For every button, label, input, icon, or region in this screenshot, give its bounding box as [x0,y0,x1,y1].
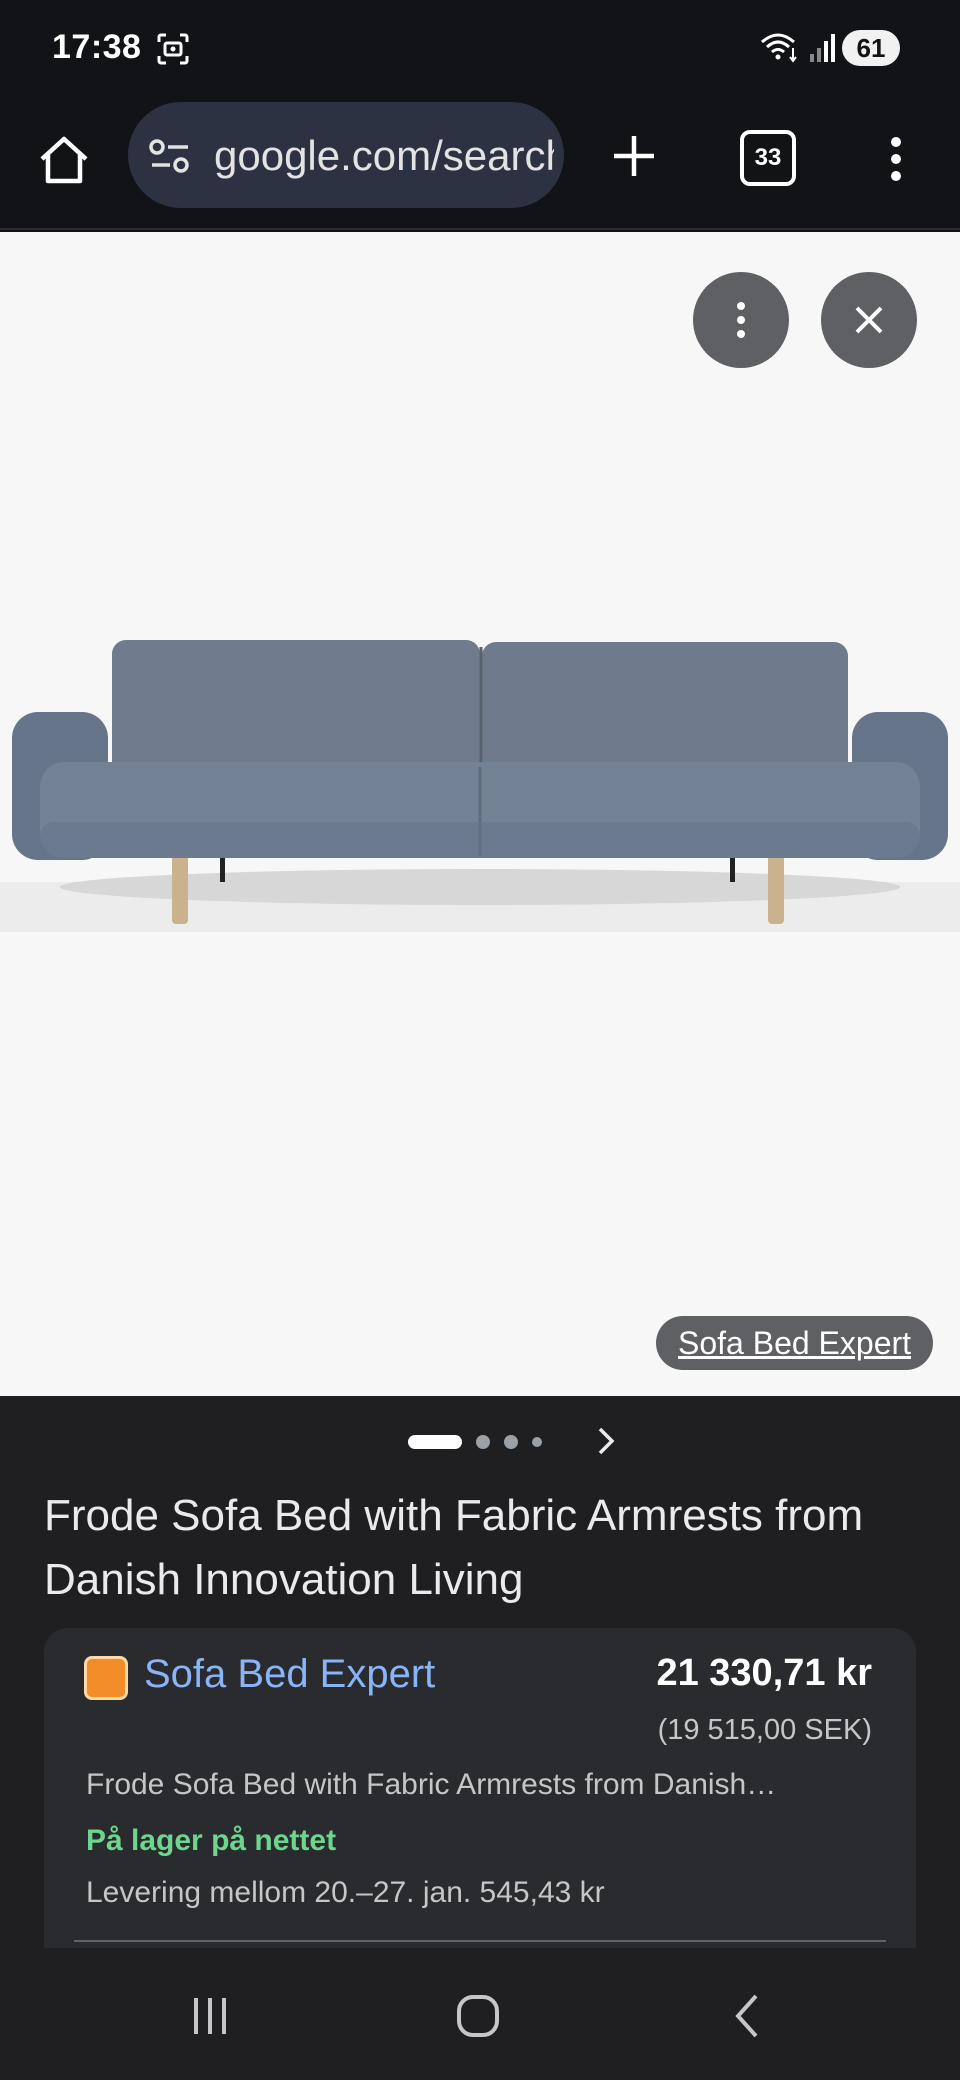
tab-switcher-button[interactable]: 33 [740,130,796,186]
system-nav-bar [0,1948,960,2080]
image-more-options-button[interactable] [693,272,789,368]
product-title[interactable]: Frode Sofa Bed with Fabric Armrests from… [44,1484,924,1612]
chevron-right-icon[interactable] [592,1424,620,1458]
url-text[interactable]: google.com/search [214,132,554,180]
back-button[interactable] [718,1986,778,2046]
product-image[interactable] [0,512,960,932]
product-details-panel: Frode Sofa Bed with Fabric Armrests from… [0,1396,960,1948]
offer-description: Frode Sofa Bed with Fabric Armrests from… [86,1768,777,1801]
site-settings-icon[interactable] [148,138,192,174]
offer-original-price: (19 515,00 SEK) [657,1714,872,1746]
pager-dot [532,1437,542,1447]
delivery-info: Levering mellom 20.–27. jan. 545,43 kr [86,1876,605,1909]
home-icon [40,136,88,184]
menu-dot [891,153,901,164]
battery-icon: 61 [842,30,900,66]
menu-dot [891,170,901,181]
image-pager[interactable] [408,1432,542,1452]
home-icon [457,1995,499,2037]
status-time: 17:38 [52,28,142,66]
pager-dot-active [408,1435,462,1449]
new-tab-button[interactable] [602,124,666,188]
plus-icon [614,136,654,176]
home-button[interactable] [30,126,98,194]
pager-dot [476,1435,490,1449]
image-viewer: Sofa Bed Expert [0,232,960,1396]
menu-dot [891,137,901,148]
back-icon [735,1994,758,2038]
screen-record-icon [157,33,189,65]
recent-apps-icon [194,1998,226,2034]
close-icon [855,306,883,334]
browser-toolbar: google.com/search 33 [0,100,960,230]
browser-menu-button[interactable] [870,124,922,194]
divider [74,1940,886,1942]
status-bar: 17:38 61 [0,0,960,100]
signal-icon [810,34,835,62]
image-close-button[interactable] [821,272,917,368]
offer-price: 21 330,71 kr [656,1652,872,1694]
merchant-logo-icon [84,1656,128,1700]
system-home-button[interactable] [448,1986,508,2046]
url-bar[interactable]: google.com/search [128,102,564,208]
more-vert-icon [737,302,745,338]
merchant-name[interactable]: Sofa Bed Expert [144,1652,435,1697]
pager-dot [504,1435,518,1449]
recent-apps-button[interactable] [180,1986,240,2046]
image-source-link[interactable]: Sofa Bed Expert [656,1316,934,1370]
wifi-icon [761,33,797,63]
stock-status: På lager på nettet [86,1824,337,1857]
offer-card[interactable]: Sofa Bed Expert 21 330,71 kr (19 515,00 … [44,1628,916,1948]
